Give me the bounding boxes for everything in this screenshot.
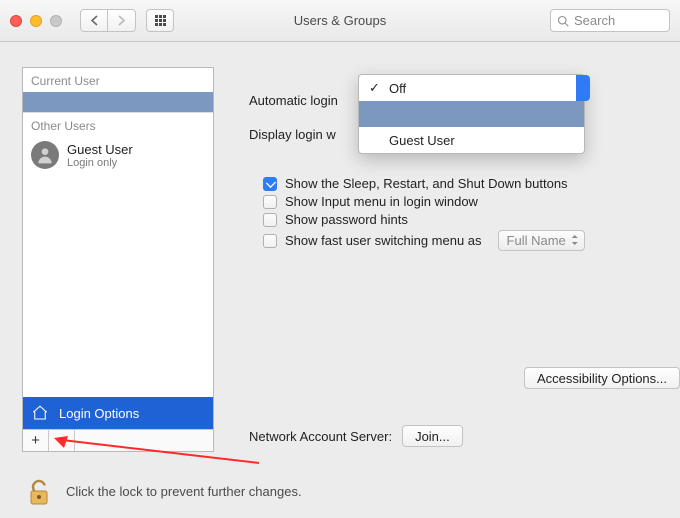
dropdown-option-guest[interactable]: Guest User [359,127,584,153]
grid-icon [155,15,166,26]
lock-icon[interactable] [26,476,52,506]
network-account-server-row: Network Account Server: Join... [249,425,463,447]
accessibility-options-button[interactable]: Accessibility Options... [524,367,680,389]
login-options-row[interactable]: Login Options [23,397,213,429]
user-sidebar: Current User Other Users Guest User Logi… [22,67,214,452]
dropdown-option-hover[interactable] [359,101,584,127]
checkbox-fast-switching[interactable]: Show fast user switching menu as Full Na… [263,230,658,251]
user-row-guest[interactable]: Guest User Login only [23,137,213,173]
checkbox-password-hints[interactable]: Show password hints [263,212,658,227]
remove-user-button[interactable]: − [49,430,75,451]
window-controls [10,15,62,27]
checkbox-sleep-restart[interactable]: Show the Sleep, Restart, and Shut Down b… [263,176,658,191]
checkbox-label: Show the Sleep, Restart, and Shut Down b… [285,176,568,191]
add-user-button[interactable]: + [23,430,49,451]
user-meta: Guest User Login only [67,142,133,169]
automatic-login-label: Automatic login [249,93,338,108]
house-icon [31,404,49,422]
search-placeholder: Search [574,13,615,28]
login-options-label: Login Options [59,406,139,421]
search-icon [557,15,569,27]
display-login-label: Display login w [249,127,336,142]
back-button[interactable] [80,9,108,32]
checkbox-label: Show fast user switching menu as [285,233,482,248]
join-button[interactable]: Join... [402,425,463,447]
minimize-window[interactable] [30,15,42,27]
checkbox-input-menu[interactable]: Show Input menu in login window [263,194,658,209]
checkbox-label: Show Input menu in login window [285,194,478,209]
lock-row: Click the lock to prevent further change… [26,476,302,506]
nas-label: Network Account Server: [249,429,392,444]
checkbox-icon [263,195,277,209]
checkbox-icon [263,234,277,248]
user-sub: Login only [67,157,133,169]
close-window[interactable] [10,15,22,27]
current-user-row[interactable] [23,92,213,112]
dropdown-option-off[interactable]: Off [359,75,584,101]
sidebar-footer: + − [23,429,213,451]
nav-buttons [80,9,136,32]
current-user-header: Current User [23,68,213,92]
fast-switch-select[interactable]: Full Name [498,230,585,251]
user-name: Guest User [67,142,133,157]
avatar-icon [31,141,59,169]
zoom-window[interactable] [50,15,62,27]
automatic-login-dropdown[interactable]: Off Guest User [358,74,585,154]
checkbox-icon [263,177,277,191]
checkbox-label: Show password hints [285,212,408,227]
search-field[interactable]: Search [550,9,670,32]
other-users-header: Other Users [23,112,213,137]
toolbar: Users & Groups Search [0,0,680,42]
show-all-button[interactable] [146,9,174,32]
forward-button[interactable] [108,9,136,32]
lock-text: Click the lock to prevent further change… [66,484,302,499]
checkbox-icon [263,213,277,227]
